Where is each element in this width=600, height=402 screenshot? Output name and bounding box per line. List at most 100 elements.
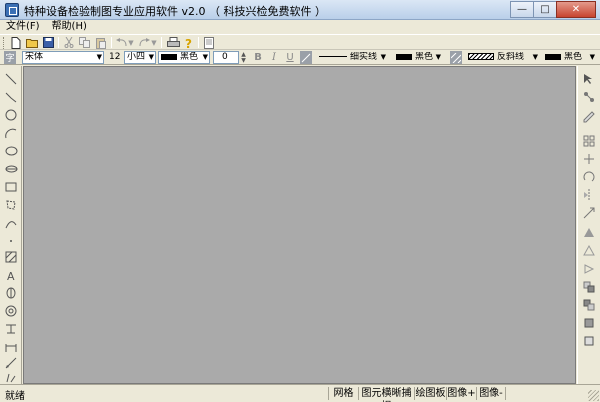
align-middle-icon[interactable] bbox=[582, 244, 596, 258]
font-size-field[interactable]: 12 bbox=[106, 51, 123, 64]
help-icon[interactable]: ? bbox=[182, 36, 196, 49]
left-drawing-toolbar: A bbox=[0, 66, 22, 384]
font-size-name-select[interactable]: 小四 ▼ bbox=[124, 51, 156, 64]
underline-button[interactable]: U bbox=[283, 51, 297, 64]
copy-icon[interactable] bbox=[78, 36, 92, 49]
flange-icon[interactable] bbox=[4, 304, 18, 318]
hatch-style-icon bbox=[450, 51, 462, 64]
hatch-type-select[interactable]: 反斜线 ▼ bbox=[465, 51, 540, 64]
point-icon[interactable] bbox=[4, 234, 18, 248]
chevron-down-icon: ▼ bbox=[380, 53, 386, 61]
spacing-spinner[interactable]: ▲ ▼ bbox=[239, 51, 248, 64]
polyline-icon[interactable] bbox=[4, 90, 18, 104]
polygon-icon[interactable] bbox=[4, 198, 18, 212]
menu-help[interactable]: 帮助(H) bbox=[46, 20, 93, 34]
minimize-button[interactable]: — bbox=[510, 1, 534, 18]
window-controls: — □ ✕ bbox=[510, 1, 596, 18]
bold-button[interactable]: B bbox=[251, 51, 265, 64]
line-type-preview bbox=[319, 56, 347, 57]
status-bar: 就绪 网格 图元横晰捕捉 绘图板 图像+ 图像- bbox=[0, 384, 600, 402]
align-bottom-icon[interactable] bbox=[582, 262, 596, 276]
ellipse-icon[interactable] bbox=[4, 144, 18, 158]
font-color-select[interactable]: 黑色 ▼ bbox=[158, 51, 210, 64]
text-icon[interactable]: A bbox=[4, 268, 18, 282]
chevron-down-icon: ▼ bbox=[435, 53, 441, 61]
menu-file[interactable]: 文件(F) bbox=[0, 20, 46, 34]
hatch-color-value: 黑色 bbox=[564, 52, 583, 62]
redo-dropdown-icon[interactable]: ▼ bbox=[150, 36, 158, 49]
paste-icon[interactable] bbox=[94, 36, 108, 49]
chevron-down-icon: ▼ bbox=[589, 53, 595, 61]
node-icon[interactable] bbox=[582, 90, 596, 104]
ellipse-arc-icon[interactable] bbox=[4, 162, 18, 176]
angle-dimension-icon[interactable] bbox=[4, 370, 18, 384]
line-icon[interactable] bbox=[4, 72, 18, 86]
toolbar-separator bbox=[58, 37, 59, 48]
group-icon[interactable] bbox=[582, 134, 596, 148]
bring-front-icon[interactable] bbox=[582, 280, 596, 294]
line-color-swatch bbox=[396, 53, 412, 60]
line-type-select[interactable]: 细实线 ▼ bbox=[316, 51, 388, 64]
spacing-field[interactable]: 0 bbox=[213, 51, 239, 64]
resize-grip[interactable] bbox=[588, 390, 599, 401]
maximize-button[interactable]: □ bbox=[533, 1, 557, 18]
open-icon[interactable] bbox=[25, 36, 39, 49]
leader-icon[interactable] bbox=[4, 356, 18, 370]
preview-icon[interactable] bbox=[202, 36, 216, 49]
save-icon[interactable] bbox=[41, 36, 55, 49]
line-color-select[interactable]: 黑色 ▼ bbox=[393, 51, 443, 64]
font-name-select[interactable]: 宋体 ▼ bbox=[22, 51, 104, 64]
layer-up-icon[interactable] bbox=[582, 316, 596, 330]
move-icon[interactable] bbox=[582, 152, 596, 166]
mirror-icon[interactable] bbox=[582, 188, 596, 202]
status-image-plus[interactable]: 图像+ bbox=[446, 387, 476, 400]
chevron-down-icon: ▼ bbox=[532, 53, 538, 61]
line-type-value: 细实线 bbox=[350, 52, 378, 62]
italic-button[interactable]: I bbox=[267, 51, 281, 64]
circle-icon[interactable] bbox=[4, 108, 18, 122]
hatch-type-value: 反斜线 bbox=[497, 52, 525, 62]
status-image-minus[interactable]: 图像- bbox=[476, 387, 506, 400]
menu-bar: 文件(F) 帮助(H) bbox=[0, 20, 600, 34]
drawing-canvas[interactable] bbox=[23, 66, 576, 384]
print-icon[interactable] bbox=[166, 36, 180, 49]
title-bar: 特种设备检验制图专业应用软件 v2.0 （ 科技兴检免费软件 ） — □ ✕ bbox=[0, 0, 600, 20]
hatch-icon[interactable] bbox=[4, 250, 18, 264]
weld-icon[interactable] bbox=[4, 322, 18, 336]
layer-down-icon[interactable] bbox=[582, 334, 596, 348]
status-board[interactable]: 绘图板 bbox=[414, 387, 446, 400]
font-size-value: 12 bbox=[109, 52, 121, 62]
cut-icon[interactable] bbox=[62, 36, 76, 49]
close-button[interactable]: ✕ bbox=[556, 1, 596, 18]
align-top-icon[interactable] bbox=[582, 226, 596, 240]
standard-toolbar: ▼ ▼ ? bbox=[0, 34, 600, 50]
svg-text:A: A bbox=[7, 270, 15, 281]
spacing-value: 0 bbox=[222, 52, 228, 62]
scale-icon[interactable] bbox=[582, 206, 596, 220]
arc-icon[interactable] bbox=[4, 126, 18, 140]
font-color-swatch bbox=[161, 53, 177, 60]
rectangle-icon[interactable] bbox=[4, 180, 18, 194]
chevron-down-icon: ▼ bbox=[202, 53, 208, 61]
curve-icon[interactable] bbox=[4, 216, 18, 230]
format-toolbar: 字 宋体 ▼ 12 小四 ▼ 黑色 ▼ 0 ▲ ▼ B I U 细实线 ▼ 黑色 … bbox=[0, 50, 600, 65]
rotate-icon[interactable] bbox=[582, 170, 596, 184]
select-icon[interactable] bbox=[582, 72, 596, 86]
window-title: 特种设备检验制图专业应用软件 v2.0 （ 科技兴检免费软件 ） bbox=[24, 5, 326, 18]
toolbar-separator bbox=[161, 37, 162, 48]
new-icon[interactable] bbox=[9, 36, 23, 49]
tank-icon[interactable] bbox=[4, 286, 18, 300]
font-size-name-value: 小四 bbox=[127, 52, 146, 62]
dimension-icon[interactable] bbox=[4, 340, 18, 354]
hatch-color-select[interactable]: 黑色 ▼ bbox=[542, 51, 597, 64]
undo-dropdown-icon[interactable]: ▼ bbox=[127, 36, 135, 49]
status-grid[interactable]: 网格 bbox=[328, 387, 358, 400]
edit-icon[interactable] bbox=[582, 110, 596, 124]
redo-icon[interactable] bbox=[137, 36, 151, 49]
font-icon: 字 bbox=[4, 51, 16, 64]
toolbar-separator bbox=[198, 37, 199, 48]
send-back-icon[interactable] bbox=[582, 298, 596, 312]
status-snap[interactable]: 图元横晰捕捉 bbox=[358, 387, 414, 402]
toolbar-grip[interactable] bbox=[3, 37, 6, 49]
line-style-icon bbox=[300, 51, 312, 64]
